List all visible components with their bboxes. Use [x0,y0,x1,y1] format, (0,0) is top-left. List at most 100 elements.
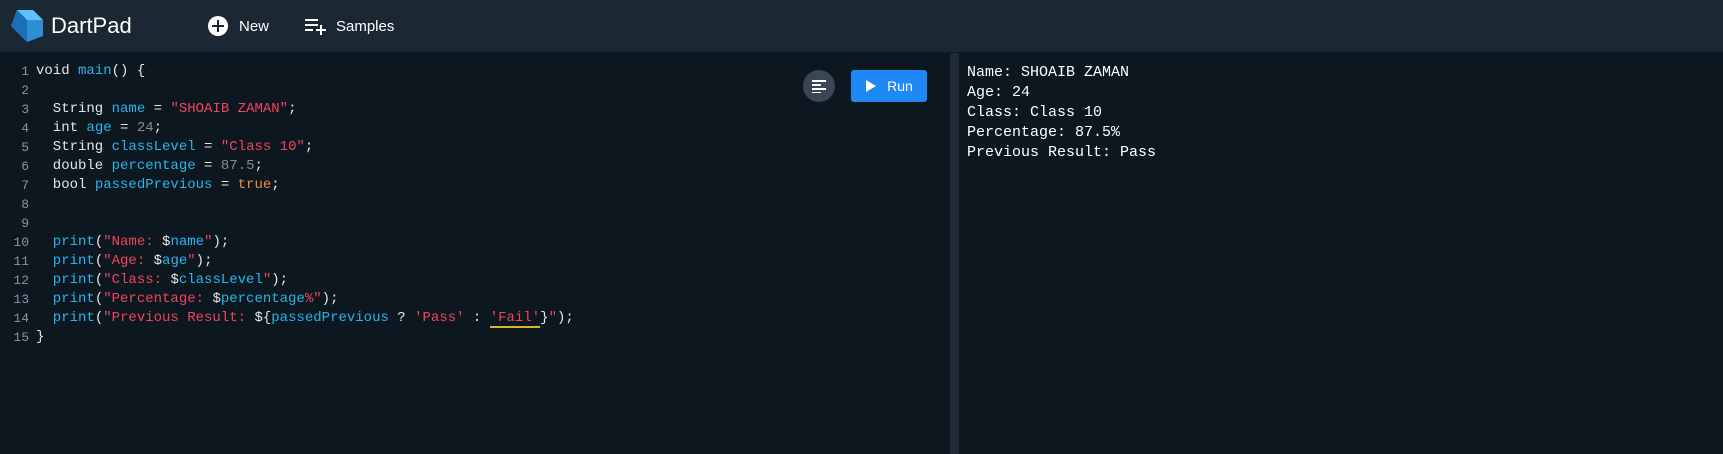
code-token: void [36,63,79,79]
top-app-bar: DartPad New Samples [0,0,1723,53]
code-line[interactable]: 7 bool passedPrevious = true; [0,176,950,195]
code-token: print [36,291,95,307]
code-token: String [36,101,112,117]
code-lines[interactable]: 1 void main() {2 3 String name = "SHOAIB Z… [0,62,950,347]
code-editor[interactable]: 1 void main() {2 3 String name = "SHOAIB Z… [0,53,950,454]
line-text: double percentage = 87.5; [36,157,263,176]
line-number: 4 [21,121,29,136]
line-text: print("Class: $classLevel"); [36,271,288,290]
code-line[interactable]: 4 int age = 24; [0,119,950,138]
code-token: double [36,158,112,174]
output-line: Class: Class 10 [967,104,1103,121]
code-token: name [111,101,146,117]
code-line[interactable]: 15} [0,328,950,347]
code-line[interactable]: 9 [0,214,950,233]
code-token: ( [94,253,104,269]
line-number: 2 [21,83,29,98]
pane-splitter[interactable] [950,53,959,454]
line-text: print("Name: $name"); [36,233,229,252]
code-line[interactable]: 10 print("Name: $name"); [0,233,950,252]
code-line[interactable]: 5 String classLevel = "Class 10"; [0,138,950,157]
code-token: 87.5 [220,158,255,174]
line-text: bool passedPrevious = true; [36,176,280,195]
code-token: name [170,234,205,250]
code-token: ; [304,139,314,155]
output-line: Percentage: 87.5% [967,124,1121,141]
code-line[interactable]: 13 print("Percentage: $percentage%"); [0,290,950,309]
line-number: 13 [13,292,29,307]
code-token: int [36,120,87,136]
code-line[interactable]: 3 String name = "SHOAIB ZAMAN"; [0,100,950,119]
output-line: Name: SHOAIB ZAMAN [967,64,1130,81]
code-line[interactable]: 11 print("Age: $age"); [0,252,950,271]
code-line[interactable]: 6 double percentage = 87.5; [0,157,950,176]
code-token: ); [195,253,213,269]
code-token: " [187,253,196,269]
code-token: } [540,310,549,326]
code-token: "Percentage: [103,291,213,307]
code-token: print [36,253,95,269]
code-token: 'Pass' [414,310,465,326]
code-token: = [212,177,238,193]
code-token: $ [170,272,179,288]
code-token: ); [321,291,339,307]
play-icon [866,80,877,92]
code-line[interactable]: 8 [0,195,950,214]
dart-logo-icon [11,10,43,42]
code-token: "Name: [103,234,163,250]
format-button[interactable] [803,70,835,102]
line-number: 6 [21,159,29,174]
code-token: ( [94,291,104,307]
code-token: percentage [220,291,305,307]
new-button-label: New [239,17,270,35]
code-token: age [86,120,112,136]
code-token: %" [304,291,322,307]
new-button[interactable]: New [207,12,269,40]
code-token: ); [271,272,289,288]
app-title: DartPad [51,13,132,38]
line-text: void main() { [36,62,145,81]
code-token: "Class 10" [220,139,305,155]
code-token: "Previous Result: [103,310,255,326]
line-text: } [36,328,44,347]
code-token: ; [254,158,263,174]
code-token: "Class: [103,272,171,288]
code-token: " [548,310,557,326]
code-token: = [195,139,221,155]
line-number: 15 [13,330,29,345]
code-token: $ [153,253,163,269]
line-number: 5 [21,140,29,155]
console-output: Name: SHOAIB ZAMAN Age: 24 Class: Class 10… [967,63,1156,163]
run-button-label: Run [887,78,913,94]
code-line[interactable]: 14 print("Previous Result: ${passedPrevi… [0,309,950,328]
code-token: " [262,272,272,288]
code-token: "Age: [103,253,154,269]
code-line[interactable]: 12 print("Class: $classLevel"); [0,271,950,290]
code-token: ? [388,310,415,326]
code-token: ${ [254,310,272,326]
code-token: } [36,329,45,345]
code-token: = [145,101,171,117]
code-token: print [36,234,95,250]
output-line: Age: 24 [967,84,1031,101]
code-token: print [36,272,95,288]
samples-button[interactable]: Samples [304,12,394,40]
code-token: 24 [136,120,154,136]
line-number: 7 [21,178,29,193]
output-line: Previous Result: Pass [967,144,1157,161]
plus-circle-icon [208,16,228,36]
line-number: 11 [13,254,29,269]
samples-button-label: Samples [336,17,395,35]
line-text: int age = 24; [36,119,162,138]
code-token: ); [556,310,574,326]
code-token: ( [94,272,104,288]
code-token: classLevel [111,139,196,155]
line-text: print("Age: $age"); [36,252,213,271]
line-text: String name = "SHOAIB ZAMAN"; [36,100,297,119]
code-token: ; [288,101,297,117]
code-token: String [36,139,112,155]
code-token: passedPrevious [271,310,389,326]
code-token: $ [212,291,221,307]
code-token: true [237,177,272,193]
run-button[interactable]: Run [851,70,927,102]
